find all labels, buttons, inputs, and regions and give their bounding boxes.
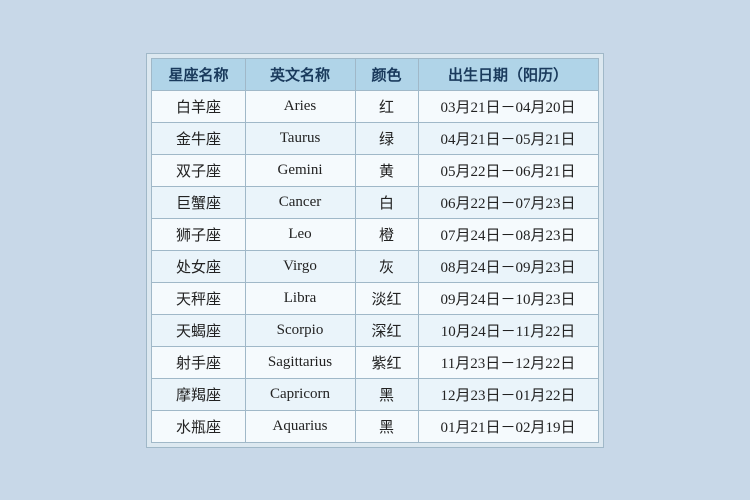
cell-date: 07月24日－08月23日 (418, 218, 598, 250)
cell-date: 12月23日－01月22日 (418, 378, 598, 410)
cell-zh: 摩羯座 (152, 378, 245, 410)
cell-zh: 金牛座 (152, 122, 245, 154)
cell-zh: 双子座 (152, 154, 245, 186)
table-row: 白羊座Aries红03月21日－04月20日 (152, 90, 598, 122)
cell-en: Capricorn (245, 378, 355, 410)
cell-date: 04月21日－05月21日 (418, 122, 598, 154)
cell-zh: 狮子座 (152, 218, 245, 250)
header-zh: 星座名称 (152, 58, 245, 90)
cell-en: Scorpio (245, 314, 355, 346)
table-row: 水瓶座Aquarius黑01月21日－02月19日 (152, 410, 598, 442)
table-row: 射手座Sagittarius紫红11月23日－12月22日 (152, 346, 598, 378)
cell-date: 11月23日－12月22日 (418, 346, 598, 378)
cell-zh: 天蝎座 (152, 314, 245, 346)
cell-zh: 巨蟹座 (152, 186, 245, 218)
cell-en: Aquarius (245, 410, 355, 442)
cell-date: 09月24日－10月23日 (418, 282, 598, 314)
table-row: 巨蟹座Cancer白06月22日－07月23日 (152, 186, 598, 218)
cell-zh: 水瓶座 (152, 410, 245, 442)
cell-en: Libra (245, 282, 355, 314)
cell-en: Virgo (245, 250, 355, 282)
table-header-row: 星座名称 英文名称 颜色 出生日期（阳历） (152, 58, 598, 90)
zodiac-table-container: 星座名称 英文名称 颜色 出生日期（阳历） 白羊座Aries红03月21日－04… (146, 53, 603, 448)
cell-en: Aries (245, 90, 355, 122)
header-en: 英文名称 (245, 58, 355, 90)
cell-color: 淡红 (355, 282, 418, 314)
table-row: 天蝎座Scorpio深红10月24日－11月22日 (152, 314, 598, 346)
table-row: 双子座Gemini黄05月22日－06月21日 (152, 154, 598, 186)
cell-color: 深红 (355, 314, 418, 346)
header-date: 出生日期（阳历） (418, 58, 598, 90)
cell-date: 01月21日－02月19日 (418, 410, 598, 442)
table-row: 狮子座Leo橙07月24日－08月23日 (152, 218, 598, 250)
cell-zh: 射手座 (152, 346, 245, 378)
cell-color: 灰 (355, 250, 418, 282)
cell-color: 黑 (355, 410, 418, 442)
cell-en: Sagittarius (245, 346, 355, 378)
header-color: 颜色 (355, 58, 418, 90)
cell-date: 03月21日－04月20日 (418, 90, 598, 122)
cell-color: 红 (355, 90, 418, 122)
cell-en: Gemini (245, 154, 355, 186)
cell-zh: 白羊座 (152, 90, 245, 122)
cell-en: Leo (245, 218, 355, 250)
table-row: 处女座Virgo灰08月24日－09月23日 (152, 250, 598, 282)
cell-en: Taurus (245, 122, 355, 154)
cell-date: 05月22日－06月21日 (418, 154, 598, 186)
cell-date: 10月24日－11月22日 (418, 314, 598, 346)
table-row: 摩羯座Capricorn黑12月23日－01月22日 (152, 378, 598, 410)
table-row: 天秤座Libra淡红09月24日－10月23日 (152, 282, 598, 314)
cell-date: 08月24日－09月23日 (418, 250, 598, 282)
cell-date: 06月22日－07月23日 (418, 186, 598, 218)
cell-color: 绿 (355, 122, 418, 154)
zodiac-table: 星座名称 英文名称 颜色 出生日期（阳历） 白羊座Aries红03月21日－04… (151, 58, 598, 443)
cell-color: 紫红 (355, 346, 418, 378)
cell-zh: 天秤座 (152, 282, 245, 314)
table-row: 金牛座Taurus绿04月21日－05月21日 (152, 122, 598, 154)
cell-color: 黑 (355, 378, 418, 410)
cell-zh: 处女座 (152, 250, 245, 282)
cell-color: 黄 (355, 154, 418, 186)
cell-en: Cancer (245, 186, 355, 218)
cell-color: 白 (355, 186, 418, 218)
cell-color: 橙 (355, 218, 418, 250)
